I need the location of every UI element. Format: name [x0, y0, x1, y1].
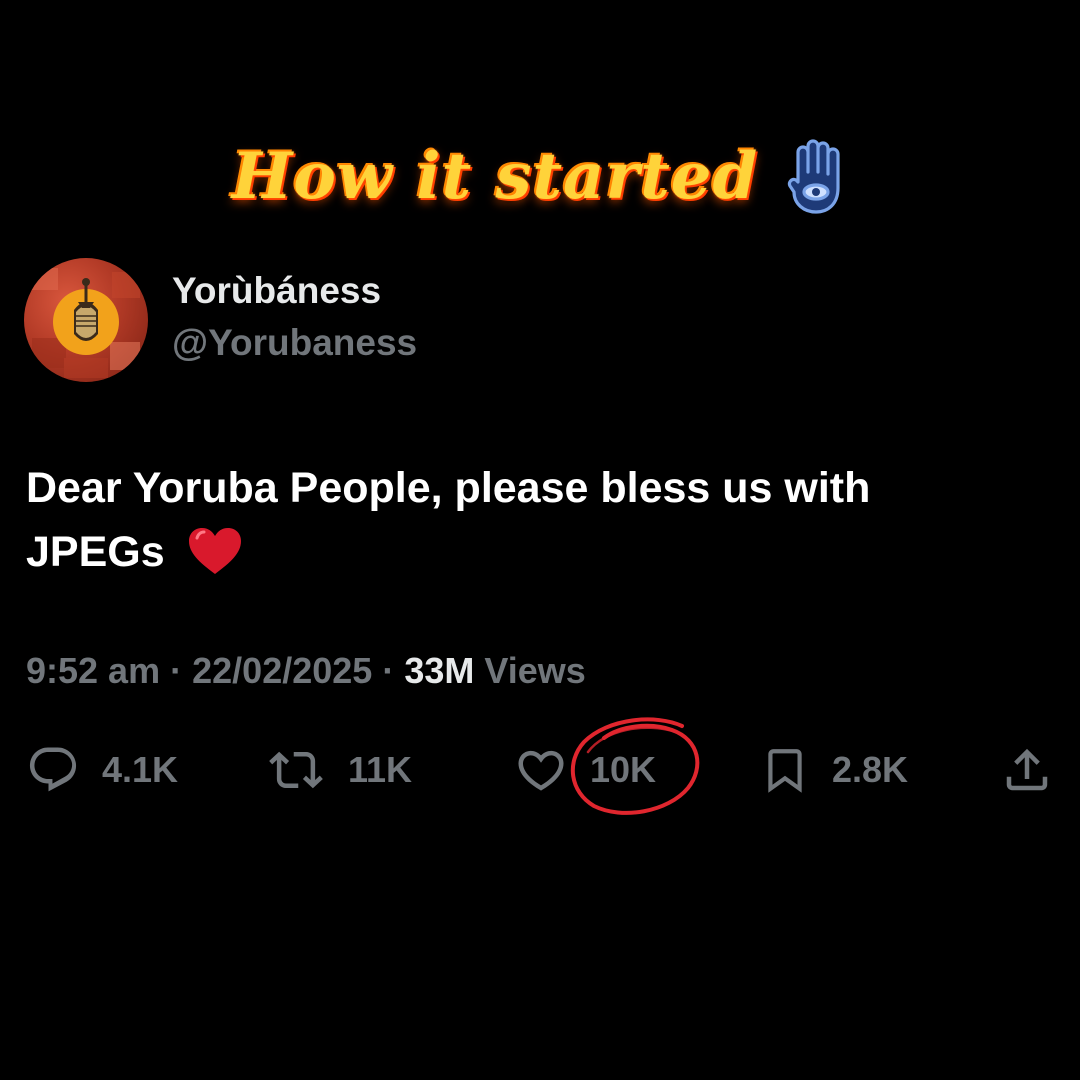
bookmark-count: 2.8K [832, 749, 909, 790]
repost-count: 11K [348, 749, 413, 790]
tweet-meta: 9:52 am · 22/02/2025 · 33M Views [26, 650, 586, 692]
meta-separator: · [382, 650, 395, 691]
action-bar: 4.1K 11K 10K 2.8K [26, 717, 1056, 815]
share-icon [1006, 748, 1048, 791]
red-heart-emoji-icon [188, 528, 241, 574]
account-header: Yorùbáness @Yorubaness [24, 258, 417, 382]
caption-header: How it started [0, 138, 1080, 216]
display-name[interactable]: Yorùbáness [172, 270, 417, 312]
meta-separator: · [170, 650, 183, 691]
hamsa-icon [788, 139, 840, 214]
reply-count: 4.1K [102, 749, 179, 790]
repost-button[interactable]: 11K [266, 738, 412, 802]
like-button[interactable]: 10K [514, 738, 656, 802]
views-label: Views [484, 650, 586, 691]
views-count: 33M [404, 650, 475, 691]
bookmark-button[interactable]: 2.8K [760, 738, 908, 802]
heart-icon [518, 750, 564, 791]
like-count: 10K [590, 749, 657, 790]
ife-bronze-head-avatar-icon [28, 268, 140, 378]
user-handle[interactable]: @Yorubaness [172, 322, 417, 364]
tweet-text-line-1: Dear Yoruba People, please bless us with [26, 464, 871, 512]
repost-icon [269, 751, 323, 789]
avatar[interactable] [24, 258, 148, 382]
tweet-date[interactable]: 22/02/2025 [192, 650, 372, 691]
tweet-text: Dear Yoruba People, please bless us with… [26, 456, 1046, 584]
reply-button[interactable]: 4.1K [26, 738, 178, 802]
share-button[interactable] [1000, 738, 1054, 802]
caption-text: How it started [231, 139, 759, 214]
tweet-text-line-2: JPEGs [26, 528, 165, 576]
account-names: Yorùbáness @Yorubaness [172, 270, 417, 364]
tweet-time[interactable]: 9:52 am [26, 650, 160, 691]
reply-icon [29, 747, 77, 792]
bookmark-icon [768, 749, 802, 793]
